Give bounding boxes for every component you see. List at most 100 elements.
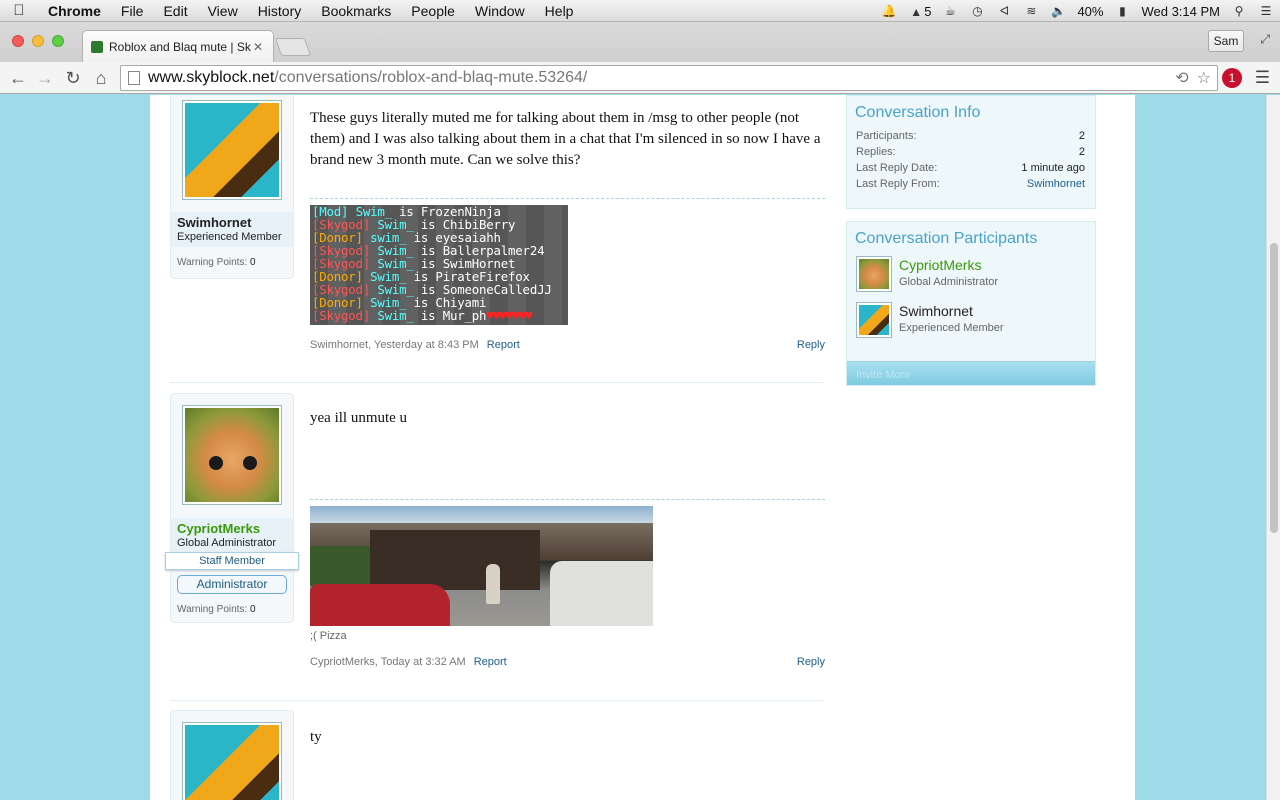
- profile-button[interactable]: Sam: [1208, 30, 1244, 52]
- adobe-icon: ▲: [910, 4, 923, 19]
- bookmark-star-icon[interactable]: ☆: [1197, 68, 1211, 88]
- page-content: Swimhornet Experienced Member Warning Po…: [150, 95, 1135, 800]
- info-label: Participants:: [856, 130, 917, 142]
- macos-menu-bar:  Chrome File Edit View History Bookmark…: [0, 0, 1280, 22]
- driveway-gif-image: [310, 506, 653, 626]
- minecraft-name: Swim_: [370, 308, 414, 323]
- avatar[interactable]: [182, 722, 282, 800]
- battery-icon[interactable]: ▮: [1114, 4, 1130, 18]
- scrollbar-thumb[interactable]: [1270, 243, 1278, 533]
- coffee-cup-icon[interactable]: ☕: [942, 4, 958, 18]
- message-user-info: CypriotMerks Global Administrator Staff …: [165, 393, 299, 623]
- menu-edit[interactable]: Edit: [153, 3, 197, 19]
- signature-gif[interactable]: [310, 506, 653, 626]
- participant-name[interactable]: Swimhornet: [899, 303, 973, 319]
- signature-minecraft-screenshot[interactable]: [Mod] Swim_ is FrozenNinja [Skygod] Swim_…: [310, 205, 568, 325]
- adblock-extension-icon[interactable]: 1: [1222, 68, 1242, 88]
- menu-app-chrome[interactable]: Chrome: [38, 3, 111, 19]
- reply-link[interactable]: Reply: [797, 339, 825, 351]
- minecraft-hearts-icon: ♥♥♥♥♥♥♥: [486, 308, 532, 323]
- back-arrow-icon[interactable]: ←: [6, 66, 30, 90]
- info-label: Last Reply From:: [856, 178, 940, 190]
- minecraft-rank: [Skygod]: [312, 308, 371, 323]
- message-user-info: [170, 710, 294, 800]
- adobe-tray[interactable]: ▲ 5: [908, 4, 931, 19]
- menu-window[interactable]: Window: [465, 3, 535, 19]
- participant-name[interactable]: CypriotMerks: [899, 257, 981, 273]
- report-link[interactable]: Report: [474, 656, 507, 668]
- gif-garage: [370, 530, 540, 590]
- message-author-date[interactable]: Swimhornet, Yesterday at 8:43 PM: [310, 339, 479, 351]
- fullscreen-icon[interactable]: ⤢: [1260, 32, 1270, 47]
- info-label: Last Reply Date:: [856, 162, 938, 174]
- participant-item[interactable]: Swimhornet Experienced Member: [847, 300, 1095, 346]
- message-username[interactable]: Swimhornet: [177, 215, 287, 230]
- report-link[interactable]: Report: [487, 339, 520, 351]
- user-name-block: Swimhornet Experienced Member: [171, 212, 293, 247]
- page-scrollbar[interactable]: [1266, 95, 1280, 800]
- gif-person: [486, 564, 500, 604]
- address-bar[interactable]: www.skyblock.net/conversations/roblox-an…: [120, 65, 1218, 91]
- reply-link[interactable]: Reply: [797, 656, 825, 668]
- page-icon: [128, 71, 140, 85]
- avatar[interactable]: [182, 405, 282, 505]
- invite-more-button[interactable]: Invite More: [847, 361, 1095, 385]
- browser-tab-strip: Roblox and Blaq mute | Sk ✕ Sam ⤢: [0, 22, 1280, 62]
- spotlight-search-icon[interactable]: ⚲: [1231, 4, 1247, 18]
- notification-center-icon[interactable]: ☰: [1258, 4, 1274, 18]
- forward-arrow-icon[interactable]: →: [33, 66, 57, 90]
- message-username[interactable]: CypriotMerks: [177, 521, 287, 536]
- wifi-icon[interactable]: ≋: [1023, 4, 1039, 18]
- menu-file[interactable]: File: [111, 3, 154, 19]
- tab-close-icon[interactable]: ✕: [251, 40, 265, 54]
- history-icon[interactable]: ⟲: [1175, 68, 1188, 88]
- menu-clock[interactable]: Wed 3:14 PM: [1141, 4, 1220, 19]
- notification-bell-icon[interactable]: 🔔: [881, 4, 897, 18]
- volume-icon[interactable]: 🔈: [1050, 4, 1066, 18]
- url-path: /conversations/roblox-and-blaq-mute.5326…: [274, 69, 588, 86]
- bunny-eye: [243, 456, 257, 470]
- bluetooth-icon[interactable]: ᐊ: [996, 4, 1012, 18]
- chrome-menu-icon[interactable]: ☰: [1255, 68, 1270, 88]
- time-machine-icon[interactable]: ◷: [969, 4, 985, 18]
- window-close-button[interactable]: [12, 35, 24, 47]
- message-author-date[interactable]: CypriotMerks, Today at 3:32 AM: [310, 656, 466, 668]
- info-value: 2: [1078, 130, 1085, 142]
- warning-points: Warning Points: 0: [177, 604, 256, 615]
- signature-divider: [310, 499, 825, 500]
- cypriotmerks-avatar-image: [859, 259, 889, 289]
- avatar[interactable]: [182, 100, 282, 200]
- swimhornet-avatar-image: [859, 305, 889, 335]
- menu-history[interactable]: History: [248, 3, 312, 19]
- window-zoom-button[interactable]: [52, 35, 64, 47]
- web-page: Swimhornet Experienced Member Warning Po…: [0, 95, 1280, 800]
- participant-avatar[interactable]: [856, 256, 892, 292]
- window-minimize-button[interactable]: [32, 35, 44, 47]
- info-value-link[interactable]: Swimhornet: [1027, 176, 1085, 192]
- new-tab-button[interactable]: [274, 38, 312, 56]
- participant-avatar[interactable]: [856, 302, 892, 338]
- info-last-reply-from: Last Reply From: Swimhornet: [847, 176, 1095, 192]
- menu-bookmarks[interactable]: Bookmarks: [311, 3, 401, 19]
- warning-label: Warning Points:: [177, 257, 248, 268]
- message-user-title: Global Administrator: [177, 537, 277, 549]
- participant-title: Experienced Member: [899, 322, 1004, 334]
- menu-help[interactable]: Help: [535, 3, 584, 19]
- signature-text: ;( Pizza: [310, 630, 347, 642]
- message-divider: [170, 382, 825, 383]
- menu-people[interactable]: People: [401, 3, 465, 19]
- reload-icon[interactable]: ↻: [61, 66, 85, 90]
- home-icon[interactable]: ⌂: [89, 66, 113, 90]
- menu-view[interactable]: View: [198, 3, 248, 19]
- info-value: 2: [1078, 146, 1085, 158]
- message-text: ty: [310, 729, 322, 745]
- info-label: Replies:: [856, 146, 896, 158]
- swimhornet-avatar-image: [185, 725, 279, 800]
- battery-percent[interactable]: 40%: [1077, 4, 1103, 19]
- participant-item[interactable]: CypriotMerks Global Administrator: [847, 254, 1095, 300]
- message-user-info: Swimhornet Experienced Member Warning Po…: [170, 95, 294, 279]
- address-url[interactable]: www.skyblock.net/conversations/roblox-an…: [148, 69, 587, 87]
- apple-menu-icon[interactable]: : [0, 2, 38, 19]
- browser-toolbar: ← → ↻ ⌂ www.skyblock.net/conversations/r…: [0, 62, 1280, 94]
- browser-tab-active[interactable]: Roblox and Blaq mute | Sk ✕: [82, 30, 274, 62]
